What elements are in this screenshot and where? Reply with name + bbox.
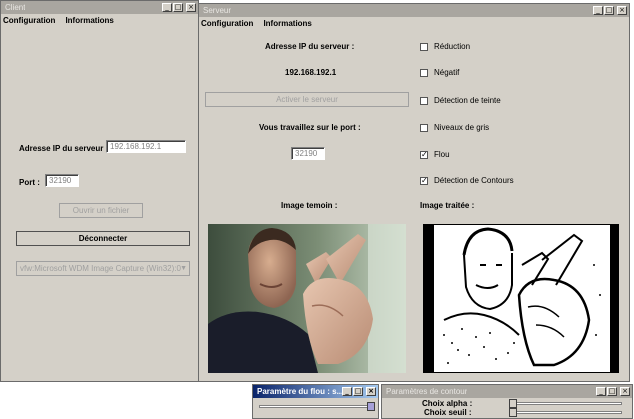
contour-params-titlebar[interactable]: Paramètres de contour _ □ × [382, 385, 632, 398]
server-port-field[interactable]: 32190 [291, 147, 325, 160]
alpha-slider-track[interactable] [512, 402, 622, 405]
server-port-label: Vous travaillez sur le port : [259, 123, 361, 132]
filter-negatif-label: Négatif [434, 68, 460, 77]
menu-configuration[interactable]: Configuration [3, 16, 55, 25]
alpha-label: Choix alpha : [422, 399, 473, 408]
filter-gris[interactable]: Niveaux de gris [420, 123, 489, 132]
filter-flou[interactable]: ✓ Flou [420, 150, 450, 159]
filter-gris-label: Niveaux de gris [434, 123, 490, 132]
blur-params-window: Paramètre du flou : s... _ □ × [252, 384, 379, 419]
threshold-slider-thumb[interactable] [509, 408, 517, 417]
contour-params-window: Paramètres de contour _ □ × Choix alpha … [381, 384, 633, 419]
client-menubar: Configuration Informations [1, 14, 198, 26]
server-title: Serveur [203, 6, 232, 15]
checkbox-gris[interactable] [420, 123, 428, 132]
blur-params-title: Paramètre du flou : s... [257, 387, 342, 396]
filter-reduction-label: Réduction [434, 42, 471, 51]
threshold-label: Choix seuil : [424, 408, 472, 417]
checkbox-negatif[interactable] [420, 68, 428, 77]
client-ip-field[interactable]: 192.168.192.1 [106, 140, 186, 153]
capture-device-value: vfw:Microsoft WDM Image Capture (Win32):… [20, 264, 181, 273]
close-icon[interactable]: × [617, 6, 627, 15]
alpha-slider-thumb[interactable] [509, 399, 517, 408]
client-port-label: Port : [19, 178, 40, 187]
contour-params-title: Paramètres de contour [386, 387, 468, 396]
chevron-down-icon[interactable]: ▼ [180, 265, 187, 272]
server-ip-label: Adresse IP du serveur : [265, 42, 355, 51]
filter-negatif[interactable]: Négatif [420, 68, 459, 77]
close-icon[interactable]: × [186, 3, 196, 12]
blur-params-titlebar[interactable]: Paramètre du flou : s... _ □ × [253, 385, 378, 398]
blur-slider-track[interactable] [259, 405, 371, 408]
minimize-icon[interactable]: _ [596, 387, 606, 396]
maximize-icon[interactable]: □ [604, 6, 614, 15]
blur-slider-thumb[interactable] [367, 402, 375, 411]
filter-contours-label: Détection de Contours [434, 176, 514, 185]
processed-image [423, 224, 619, 373]
open-file-button[interactable]: Ouvrir un fichier [59, 203, 143, 218]
filter-teinte-label: Détection de teinte [434, 96, 501, 105]
activate-server-button[interactable]: Activer le serveur [205, 92, 409, 107]
close-icon[interactable]: × [366, 387, 376, 396]
maximize-icon[interactable]: □ [353, 387, 363, 396]
server-menubar: Configuration Informations [199, 17, 629, 29]
filter-teinte[interactable]: Détection de teinte [420, 96, 501, 105]
webcam-photo-icon [208, 224, 406, 373]
filter-reduction[interactable]: Réduction [420, 42, 470, 51]
client-window: Client _ □ × Configuration Informations … [0, 0, 199, 382]
filter-contours[interactable]: ✓ Détection de Contours [420, 176, 514, 185]
server-titlebar[interactable]: Serveur _ □ × [199, 4, 629, 17]
close-icon[interactable]: × [620, 387, 630, 396]
processed-image-label: Image traitée : [420, 201, 475, 210]
client-titlebar[interactable]: Client _ □ × [1, 1, 198, 14]
checkbox-reduction[interactable] [420, 42, 428, 51]
threshold-slider-track[interactable] [512, 411, 622, 414]
filter-flou-label: Flou [434, 150, 450, 159]
capture-device-select[interactable]: vfw:Microsoft WDM Image Capture (Win32):… [16, 261, 190, 276]
maximize-icon[interactable]: □ [607, 387, 617, 396]
minimize-icon[interactable]: _ [162, 3, 172, 12]
client-ip-label: Adresse IP du serveur : [19, 144, 109, 153]
checkbox-flou[interactable]: ✓ [420, 150, 428, 159]
client-title: Client [5, 3, 26, 12]
contour-image-icon [424, 225, 618, 372]
menu-configuration[interactable]: Configuration [201, 19, 253, 28]
server-window: Serveur _ □ × Configuration Informations… [198, 3, 630, 382]
menu-informations[interactable]: Informations [65, 16, 113, 25]
maximize-icon[interactable]: □ [173, 3, 183, 12]
minimize-icon[interactable]: _ [342, 387, 352, 396]
disconnect-button[interactable]: Déconnecter [16, 231, 190, 246]
checkbox-teinte[interactable] [420, 96, 428, 105]
checkbox-contours[interactable]: ✓ [420, 176, 428, 185]
server-ip-value: 192.168.192.1 [285, 68, 337, 77]
minimize-icon[interactable]: _ [593, 6, 603, 15]
sample-image-label: Image temoin : [281, 201, 338, 210]
menu-informations[interactable]: Informations [263, 19, 311, 28]
sample-image [208, 224, 406, 373]
client-port-field[interactable]: 32190 [45, 174, 79, 187]
